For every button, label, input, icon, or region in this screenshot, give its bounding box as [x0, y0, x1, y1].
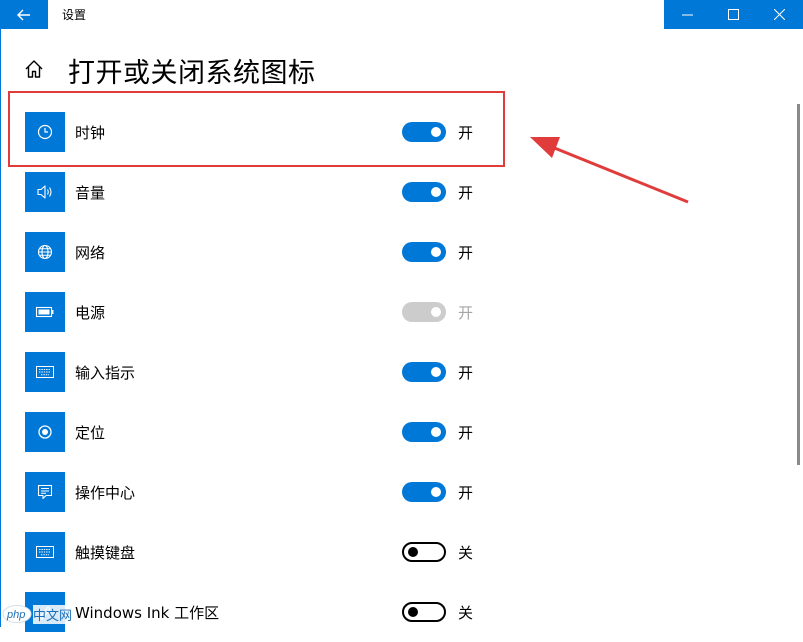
toggle-knob	[431, 487, 441, 497]
location-toggle[interactable]	[402, 422, 446, 442]
watermark-logo: php 中文网	[2, 602, 73, 626]
volume-toggle[interactable]	[402, 182, 446, 202]
list-item-power: 电源 开	[0, 282, 790, 342]
action-center-toggle[interactable]	[402, 482, 446, 502]
item-label: 操作中心	[75, 484, 136, 502]
list-item-location: 定位 开	[0, 402, 790, 462]
item-label: 定位	[75, 424, 106, 442]
volume-icon	[25, 172, 65, 212]
minimize-icon	[681, 14, 693, 16]
toggle-state-text: 开	[458, 304, 474, 322]
window-controls	[664, 0, 803, 29]
toggle-knob	[408, 607, 418, 617]
touch-keyboard-toggle[interactable]	[402, 542, 446, 562]
toggle-knob	[408, 547, 418, 557]
minimize-button[interactable]	[664, 0, 710, 29]
toggle-state-text: 关	[458, 544, 474, 562]
home-icon[interactable]	[24, 59, 44, 79]
list-item-touch-keyboard: 触摸键盘 关	[0, 522, 790, 582]
close-icon	[773, 9, 785, 20]
maximize-icon	[727, 9, 739, 20]
toggle-knob	[431, 307, 441, 317]
network-toggle[interactable]	[402, 242, 446, 262]
network-globe-icon	[25, 232, 65, 272]
watermark-brand: php	[6, 609, 25, 621]
windows-ink-toggle[interactable]	[402, 602, 446, 622]
highlight-box	[8, 91, 505, 167]
list-item-network: 网络 开	[0, 222, 790, 282]
keyboard-icon	[25, 352, 65, 392]
toggle-state-text: 开	[458, 484, 474, 502]
maximize-button[interactable]	[710, 0, 756, 29]
battery-icon	[25, 292, 65, 332]
item-label: 输入指示	[75, 364, 136, 382]
input-indicator-toggle[interactable]	[402, 362, 446, 382]
title-bar: 设置	[0, 0, 803, 29]
php-logo-icon: php	[2, 605, 32, 623]
item-label: 电源	[75, 304, 106, 322]
toggle-knob	[431, 427, 441, 437]
list-item-windows-ink: Windows Ink 工作区 关	[0, 582, 790, 642]
location-icon	[25, 412, 65, 452]
page-title: 打开或关闭系统图标	[68, 58, 316, 89]
list-item-input-indicator: 输入指示 开	[0, 342, 790, 402]
item-label: 触摸键盘	[75, 544, 136, 562]
toggle-state-text: 开	[458, 244, 474, 262]
item-label: 音量	[75, 184, 106, 202]
back-button[interactable]	[0, 0, 48, 29]
item-label: 网络	[75, 244, 106, 262]
item-label: Windows Ink 工作区	[75, 604, 220, 622]
back-arrow-icon	[17, 9, 30, 20]
toggle-state-text: 关	[458, 604, 474, 622]
toggle-state-text: 开	[458, 424, 474, 442]
list-item-action-center: 操作中心 开	[0, 462, 790, 522]
watermark-site: 中文网	[33, 604, 73, 624]
scrollbar[interactable]	[797, 104, 800, 465]
power-toggle[interactable]	[402, 302, 446, 322]
annotation-arrow-icon	[530, 137, 689, 204]
toggle-state-text: 开	[458, 364, 474, 382]
toggle-knob	[431, 187, 441, 197]
app-title: 设置	[62, 8, 87, 22]
toggle-state-text: 开	[458, 184, 474, 202]
close-button[interactable]	[756, 0, 802, 29]
touch-keyboard-icon	[25, 532, 65, 572]
action-center-icon	[25, 472, 65, 512]
toggle-knob	[431, 247, 441, 257]
toggle-knob	[431, 367, 441, 377]
